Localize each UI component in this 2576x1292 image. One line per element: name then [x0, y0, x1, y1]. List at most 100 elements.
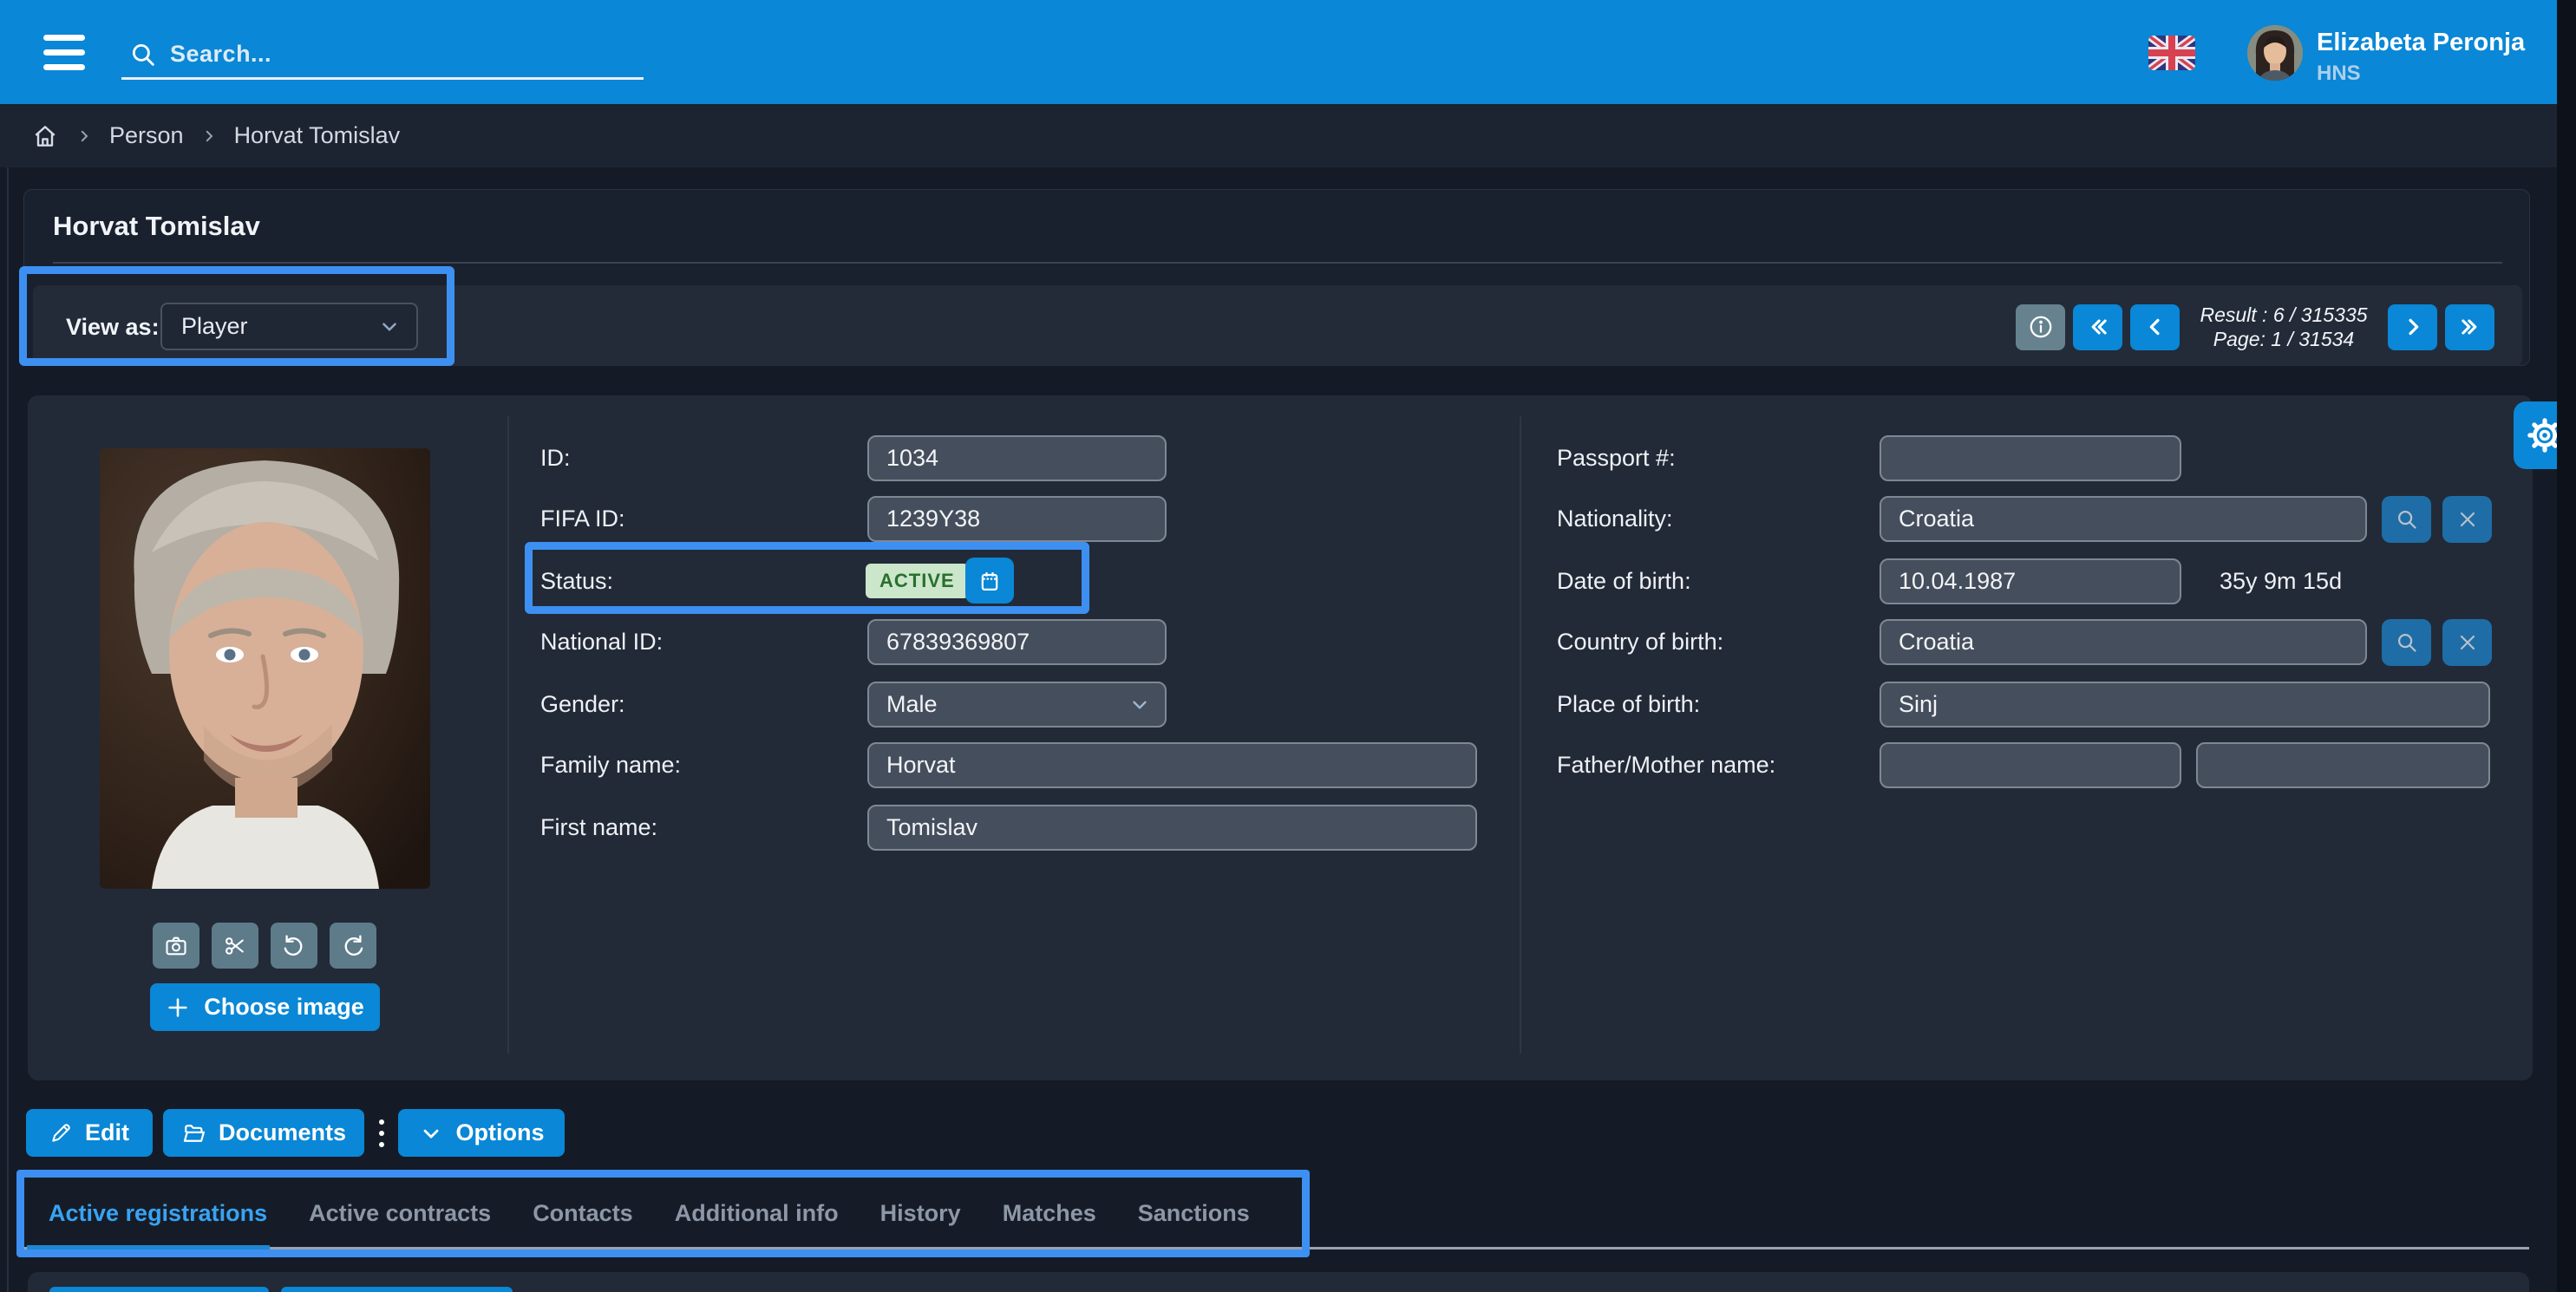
status-badge: ACTIVE: [866, 564, 969, 598]
place-of-birth-label: Place of birth:: [1557, 691, 1700, 718]
chevron-down-icon: [378, 316, 401, 338]
tab-history[interactable]: History: [880, 1200, 961, 1227]
first-name-label: First name:: [540, 814, 657, 841]
gender-select[interactable]: Male: [867, 682, 1167, 728]
person-header-card: Horvat Tomislav View as: Player Result :: [23, 189, 2530, 366]
search-icon: [2394, 506, 2420, 532]
pager-page-line: Page: 1 / 31534: [2193, 327, 2375, 351]
status-calendar-button[interactable]: [965, 558, 1014, 604]
scrollbar-track[interactable]: [2557, 0, 2576, 1292]
rotate-right-button[interactable]: [330, 923, 376, 969]
documents-button[interactable]: Documents: [163, 1109, 364, 1157]
nationality-clear-button[interactable]: [2442, 496, 2492, 543]
tab-contacts[interactable]: Contacts: [533, 1200, 633, 1227]
rotate-left-icon: [282, 934, 306, 958]
language-flag-uk-icon[interactable]: [2148, 36, 2195, 70]
crop-photo-button[interactable]: [212, 923, 258, 969]
dots-vertical-icon: [373, 1109, 390, 1157]
nationality-label: Nationality:: [1557, 506, 1673, 532]
partial-button[interactable]: [281, 1287, 513, 1292]
tab-additional-info[interactable]: Additional info: [675, 1200, 839, 1227]
mother-name-field[interactable]: [2196, 742, 2490, 788]
column-divider: [507, 416, 509, 1054]
last-page-button[interactable]: [2445, 304, 2494, 350]
first-page-button[interactable]: [2073, 304, 2122, 350]
place-of-birth-field[interactable]: [1880, 682, 2490, 728]
close-icon: [2455, 630, 2480, 655]
home-icon[interactable]: [31, 122, 59, 150]
view-as-label: View as:: [66, 314, 160, 341]
chevron-left-icon: [2143, 315, 2167, 339]
date-of-birth-label: Date of birth:: [1557, 568, 1691, 595]
toolbar: View as: Player Result : 6 / 315335 Page…: [33, 285, 2522, 366]
breadcrumb-item-person[interactable]: Person: [109, 122, 184, 149]
info-icon: [2028, 314, 2054, 340]
content-edge-line: [7, 167, 9, 1292]
documents-label: Documents: [219, 1119, 346, 1146]
fifa-id-label: FIFA ID:: [540, 506, 625, 532]
close-icon: [2455, 507, 2480, 532]
breadcrumb-item-current: Horvat Tomislav: [234, 122, 401, 149]
next-result-button[interactable]: [2388, 304, 2437, 350]
nationality-search-button[interactable]: [2382, 496, 2431, 543]
previous-result-button[interactable]: [2130, 304, 2180, 350]
nationality-field[interactable]: [1880, 496, 2367, 542]
partial-button[interactable]: [49, 1287, 269, 1292]
father-mother-label: Father/Mother name:: [1557, 752, 1775, 779]
options-label: Options: [456, 1119, 545, 1146]
rotate-left-button[interactable]: [271, 923, 317, 969]
country-search-button[interactable]: [2382, 619, 2431, 666]
national-id-label: National ID:: [540, 629, 663, 656]
id-field[interactable]: [867, 435, 1167, 481]
chevron-right-icon: [76, 128, 92, 144]
tab-matches[interactable]: Matches: [1003, 1200, 1096, 1227]
hamburger-menu-icon[interactable]: [43, 35, 85, 71]
view-as-select[interactable]: Player: [160, 303, 418, 350]
family-name-field[interactable]: [867, 742, 1477, 788]
age-text: 35y 9m 15d: [2220, 568, 2342, 595]
info-button[interactable]: [2016, 304, 2065, 350]
take-photo-button[interactable]: [153, 923, 199, 969]
tab-active-registrations[interactable]: Active registrations: [49, 1200, 267, 1227]
folder-open-icon: [181, 1121, 206, 1145]
gender-label: Gender:: [540, 691, 625, 718]
tab-sanctions[interactable]: Sanctions: [1138, 1200, 1250, 1227]
edit-button[interactable]: Edit: [26, 1109, 153, 1157]
passport-label: Passport #:: [1557, 445, 1676, 472]
scissors-icon: [223, 934, 247, 958]
national-id-field[interactable]: [867, 619, 1167, 665]
father-name-field[interactable]: [1880, 742, 2181, 788]
user-avatar[interactable]: [2247, 25, 2303, 81]
fifa-id-field[interactable]: [867, 496, 1167, 542]
app-screen: Elizabeta Peronja HNS Person Horvat Tomi…: [0, 0, 2576, 1292]
double-chevron-left-icon: [2086, 315, 2110, 339]
tab-active-contracts[interactable]: Active contracts: [309, 1200, 491, 1227]
date-of-birth-field[interactable]: [1880, 558, 2181, 604]
person-detail-card: Choose image ID: FIFA ID: Status: ACTIVE…: [28, 395, 2533, 1080]
calendar-icon: [977, 569, 1002, 593]
user-block[interactable]: Elizabeta Peronja HNS: [2317, 29, 2525, 86]
passport-field[interactable]: [1880, 435, 2181, 481]
country-of-birth-label: Country of birth:: [1557, 629, 1723, 656]
breadcrumb: Person Horvat Tomislav: [0, 104, 2576, 167]
top-navigation-bar: Elizabeta Peronja HNS: [0, 0, 2576, 104]
country-of-birth-field[interactable]: [1880, 619, 2367, 665]
first-name-field[interactable]: [867, 805, 1477, 851]
status-label: Status:: [540, 568, 613, 595]
search-icon: [128, 40, 158, 69]
choose-image-button[interactable]: Choose image: [150, 983, 380, 1031]
search-input[interactable]: [170, 41, 586, 68]
column-divider: [1520, 416, 1521, 1054]
tab-bar-border: [24, 1247, 2529, 1250]
chevron-down-icon: [1128, 694, 1151, 716]
chevron-right-icon: [201, 128, 217, 144]
global-search: [121, 31, 644, 80]
title-separator: [53, 262, 2502, 264]
chevron-right-icon: [2401, 315, 2425, 339]
options-button[interactable]: Options: [398, 1109, 565, 1157]
country-clear-button[interactable]: [2442, 619, 2492, 666]
chevron-down-icon: [419, 1121, 443, 1145]
view-as-value: Player: [181, 313, 248, 340]
user-organization: HNS: [2317, 62, 2525, 86]
plus-icon: [166, 995, 190, 1020]
